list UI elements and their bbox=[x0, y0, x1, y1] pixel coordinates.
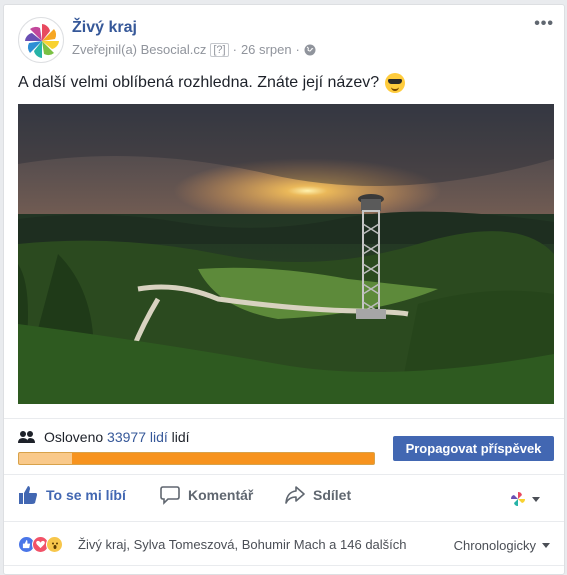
wow-reaction-icon bbox=[46, 536, 63, 553]
globe-icon[interactable] bbox=[304, 44, 316, 56]
reach-count-link[interactable]: 33977 lidí bbox=[107, 429, 168, 445]
post-as-selector[interactable] bbox=[510, 491, 540, 507]
reaction-icons[interactable] bbox=[18, 536, 63, 553]
comment-icon bbox=[160, 486, 180, 505]
meta-separator: · bbox=[232, 42, 237, 57]
reach-progress-bar bbox=[18, 452, 375, 465]
comment-sort-dropdown[interactable]: Chronologicky bbox=[454, 538, 550, 553]
reach-progress-fill bbox=[19, 453, 73, 464]
meta-separator-2: · bbox=[295, 42, 300, 57]
people-icon bbox=[18, 431, 35, 443]
sunglasses-emoji-icon bbox=[385, 73, 406, 93]
lookout-tower-photo bbox=[18, 104, 554, 404]
share-label: Sdílet bbox=[313, 487, 352, 503]
thumbs-up-icon bbox=[19, 486, 37, 504]
promote-post-button[interactable]: Propagovat příspěvek bbox=[393, 436, 554, 461]
comment-label: Komentář bbox=[188, 487, 254, 503]
post-message: A další velmi oblíbená rozhledna. Znáte … bbox=[18, 74, 380, 91]
action-bar: To se mi líbí Komentář Sdílet bbox=[4, 474, 564, 522]
help-marker[interactable]: [?] bbox=[210, 42, 229, 57]
like-button[interactable]: To se mi líbí bbox=[18, 485, 126, 505]
published-by[interactable]: Zveřejnil(a) Besocial.cz bbox=[72, 42, 206, 57]
post-text: A další velmi oblíbená rozhledna. Znáte … bbox=[18, 73, 406, 93]
like-label: To se mi líbí bbox=[46, 487, 126, 503]
reach-section: Osloveno 33977 lidí lidí Propagovat přís… bbox=[4, 418, 564, 474]
post-date[interactable]: 26 srpen bbox=[241, 42, 292, 57]
post-card: Živý kraj Zveřejnil(a) Besocial.cz [?] ·… bbox=[3, 4, 565, 575]
page-avatar[interactable] bbox=[18, 17, 64, 63]
reach-suffix: lidí bbox=[171, 429, 190, 445]
chevron-down-icon bbox=[532, 496, 540, 502]
pinwheel-logo-icon bbox=[25, 24, 59, 58]
sort-chevron-down-icon bbox=[542, 543, 550, 548]
reactions-row: Živý kraj, Sylva Tomeszová, Bohumir Mach… bbox=[4, 522, 564, 566]
share-icon bbox=[285, 486, 305, 504]
reach-text: Osloveno 33977 lidí lidí bbox=[18, 429, 190, 445]
share-button[interactable]: Sdílet bbox=[285, 485, 351, 505]
page-name-link[interactable]: Živý kraj bbox=[72, 19, 137, 37]
page-pinwheel-icon bbox=[510, 491, 526, 507]
sort-label: Chronologicky bbox=[453, 538, 536, 553]
post-meta: Zveřejnil(a) Besocial.cz [?] · 26 srpen … bbox=[72, 42, 316, 57]
reach-prefix: Osloveno bbox=[44, 429, 104, 445]
reaction-names-link[interactable]: Živý kraj, Sylva Tomeszová, Bohumir Mach… bbox=[78, 537, 407, 552]
more-options-button[interactable]: ••• bbox=[534, 15, 554, 33]
comment-button[interactable]: Komentář bbox=[160, 485, 253, 505]
post-photo[interactable] bbox=[18, 104, 554, 404]
